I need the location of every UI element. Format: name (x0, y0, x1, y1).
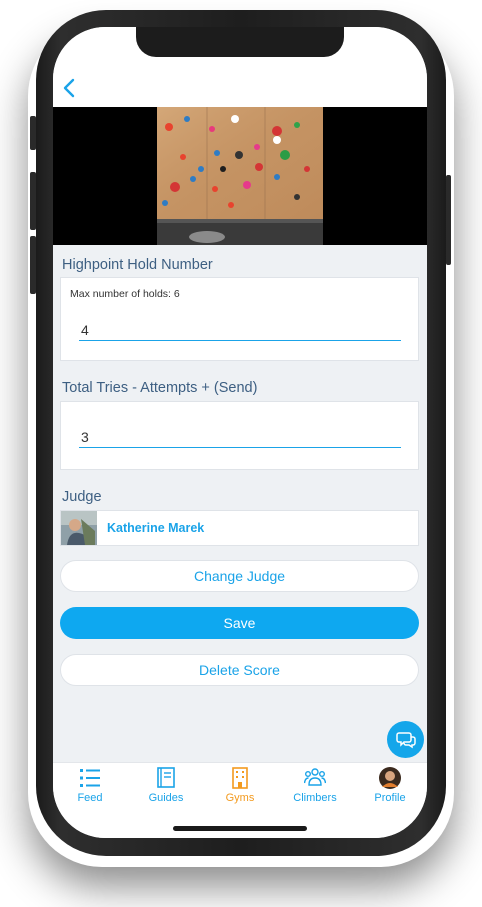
chat-button[interactable] (387, 721, 424, 758)
volume-down-button (30, 236, 36, 294)
judge-avatar (61, 511, 97, 545)
tab-gyms[interactable]: Gyms (210, 767, 270, 809)
building-icon (232, 767, 248, 789)
total-tries-label: Total Tries - Attempts + (Send) (62, 380, 258, 396)
tab-label: Feed (77, 792, 103, 804)
judge-label: Judge (62, 489, 102, 505)
max-holds-hint: Max number of holds: 6 (70, 288, 180, 300)
tab-climbers[interactable]: Climbers (285, 767, 345, 809)
tab-bar: Feed Guides Gyms Climbers Profile (53, 762, 427, 838)
power-button (446, 175, 451, 265)
judge-name: Katherine Marek (107, 521, 205, 535)
notch (136, 27, 344, 57)
people-icon (304, 768, 326, 786)
tab-label: Profile (374, 792, 406, 804)
tab-guides[interactable]: Guides (136, 767, 196, 809)
chevron-left-icon (63, 78, 75, 98)
tab-feed[interactable]: Feed (60, 767, 120, 809)
highpoint-label: Highpoint Hold Number (62, 257, 213, 273)
judge-row[interactable]: Katherine Marek (60, 510, 419, 546)
highpoint-input[interactable] (79, 319, 401, 341)
total-tries-input[interactable] (79, 426, 401, 448)
volume-up-button (30, 172, 36, 230)
list-icon (80, 769, 100, 787)
home-indicator (173, 826, 307, 831)
tab-profile[interactable]: Profile (360, 767, 420, 809)
back-button[interactable] (60, 77, 80, 99)
route-photo[interactable] (157, 107, 323, 245)
tab-label: Guides (148, 792, 184, 804)
app-screen: Highpoint Hold Number Max number of hold… (53, 27, 427, 838)
page: Highpoint Hold Number Max number of hold… (0, 0, 482, 907)
change-judge-button[interactable]: Change Judge (60, 560, 419, 592)
avatar-icon (379, 767, 401, 789)
delete-score-button[interactable]: Delete Score (60, 654, 419, 686)
mute-switch (30, 116, 36, 150)
save-button[interactable]: Save (60, 607, 419, 639)
book-icon (157, 767, 175, 788)
tab-label: Gyms (225, 792, 255, 804)
route-photo-container (53, 107, 427, 245)
chat-icon (395, 731, 416, 748)
total-tries-card (60, 401, 419, 470)
tab-label: Climbers (293, 792, 337, 804)
highpoint-card: Max number of holds: 6 (60, 277, 419, 361)
